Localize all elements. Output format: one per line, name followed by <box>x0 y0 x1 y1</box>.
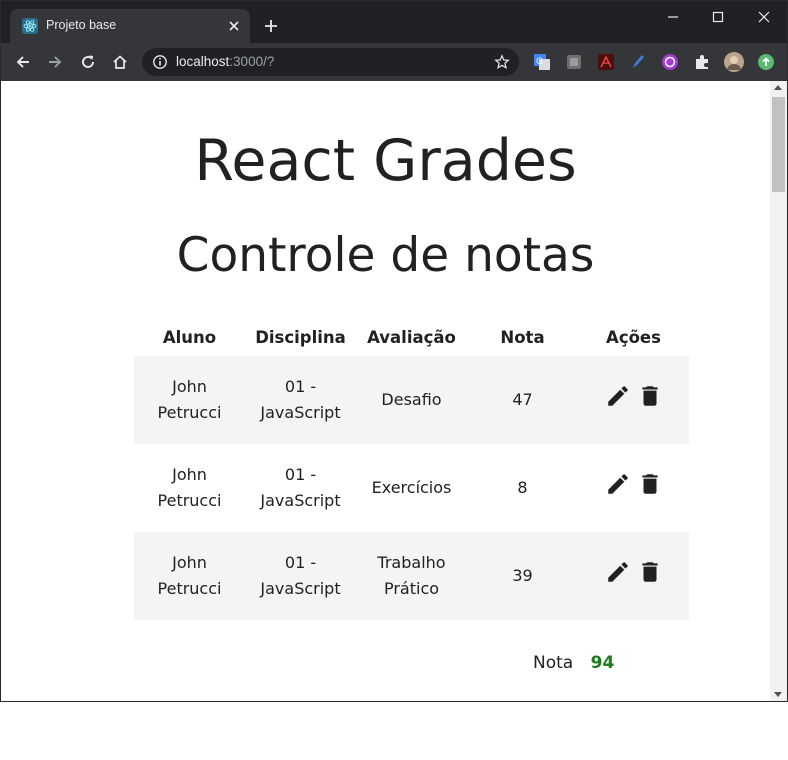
edit-icon[interactable] <box>605 559 631 585</box>
close-tab-icon[interactable] <box>227 19 241 33</box>
new-tab-icon[interactable] <box>263 18 279 34</box>
forward-icon[interactable] <box>46 53 64 71</box>
cell-aluno: John Petrucci <box>157 465 222 510</box>
scroll-down-arrow[interactable] <box>774 692 782 697</box>
page-subtitle: Controle de notas <box>176 228 595 283</box>
header-acoes: Ações <box>606 327 661 347</box>
cell-avaliacao: Desafio <box>381 390 442 409</box>
cell-aluno: John Petrucci <box>157 377 222 422</box>
reload-icon[interactable] <box>79 53 97 71</box>
grades-table: Aluno Disciplina Avaliação Nota Ações Jo… <box>134 318 689 620</box>
cell-acoes <box>578 444 689 532</box>
header-disciplina: Disciplina <box>255 327 346 347</box>
profile-avatar[interactable] <box>724 52 744 72</box>
total-nota: Nota 94 <box>533 653 614 673</box>
svg-text:G: G <box>536 57 543 67</box>
total-value: 94 <box>590 653 615 673</box>
cell-disciplina: 01 - JavaScript <box>260 465 341 510</box>
cell-acoes <box>578 532 689 620</box>
table-row: John Petrucci 01 - JavaScript Desafio 47 <box>134 356 689 444</box>
table-row: John Petrucci 01 - JavaScript Trabalho Prát… <box>134 532 689 620</box>
pdf-icon[interactable] <box>597 53 615 71</box>
edit-icon[interactable] <box>605 383 631 409</box>
puzzle-icon[interactable] <box>693 53 711 71</box>
page-viewport: React Grades Controle de notas Aluno Dis… <box>1 81 770 701</box>
react-icon <box>22 18 38 34</box>
bookmark-star-icon[interactable] <box>494 54 510 70</box>
tab-strip: Projeto base <box>1 1 787 43</box>
tab-projeto-base[interactable]: Projeto base <box>10 9 250 43</box>
update-icon[interactable] <box>757 53 775 71</box>
google-translate-icon[interactable]: G <box>533 53 551 71</box>
total-label: Nota <box>533 653 574 673</box>
delete-icon[interactable] <box>637 383 663 409</box>
edit-icon[interactable] <box>605 471 631 497</box>
address-bar[interactable]: localhost:3000/? <box>142 48 519 76</box>
pen-icon[interactable] <box>629 53 647 71</box>
close-window-icon[interactable] <box>756 9 772 25</box>
table-row: John Petrucci 01 - JavaScript Exercícios 8 <box>134 444 689 532</box>
delete-icon[interactable] <box>637 471 663 497</box>
header-aluno: Aluno <box>162 327 217 347</box>
site-info-icon[interactable] <box>152 54 168 70</box>
vpn-icon[interactable] <box>661 53 679 71</box>
cell-aluno: John Petrucci <box>157 553 222 598</box>
cell-acoes <box>578 356 689 444</box>
browser-window: Projeto base localhost:3000/? G React Gr… <box>0 0 788 702</box>
cell-disciplina: 01 - JavaScript <box>260 377 341 422</box>
cell-nota: 47 <box>512 390 533 409</box>
minimize-icon[interactable] <box>665 9 681 25</box>
browser-toolbar: localhost:3000/? G <box>1 43 787 81</box>
cell-disciplina: 01 - JavaScript <box>260 553 341 598</box>
table-header-row: Aluno Disciplina Avaliação Nota Ações <box>134 318 689 356</box>
scroll-up-arrow[interactable] <box>774 85 782 90</box>
scrollbar-thumb[interactable] <box>772 97 785 192</box>
header-avaliacao: Avaliação <box>367 327 456 347</box>
cell-avaliacao: Exercícios <box>371 478 452 497</box>
cell-nota: 39 <box>512 566 533 585</box>
tab-title: Projeto base <box>46 18 117 32</box>
maximize-icon[interactable] <box>710 9 726 25</box>
header-nota: Nota <box>500 327 545 347</box>
app-title: React Grades <box>194 128 577 194</box>
back-icon[interactable] <box>14 53 32 71</box>
url-text: localhost:3000/? <box>176 54 275 69</box>
delete-icon[interactable] <box>637 559 663 585</box>
extension-icon[interactable] <box>565 53 583 71</box>
cell-nota: 8 <box>517 478 528 497</box>
vertical-scrollbar[interactable] <box>770 81 787 701</box>
home-icon[interactable] <box>111 53 129 71</box>
cell-avaliacao: Trabalho Prático <box>377 553 446 598</box>
